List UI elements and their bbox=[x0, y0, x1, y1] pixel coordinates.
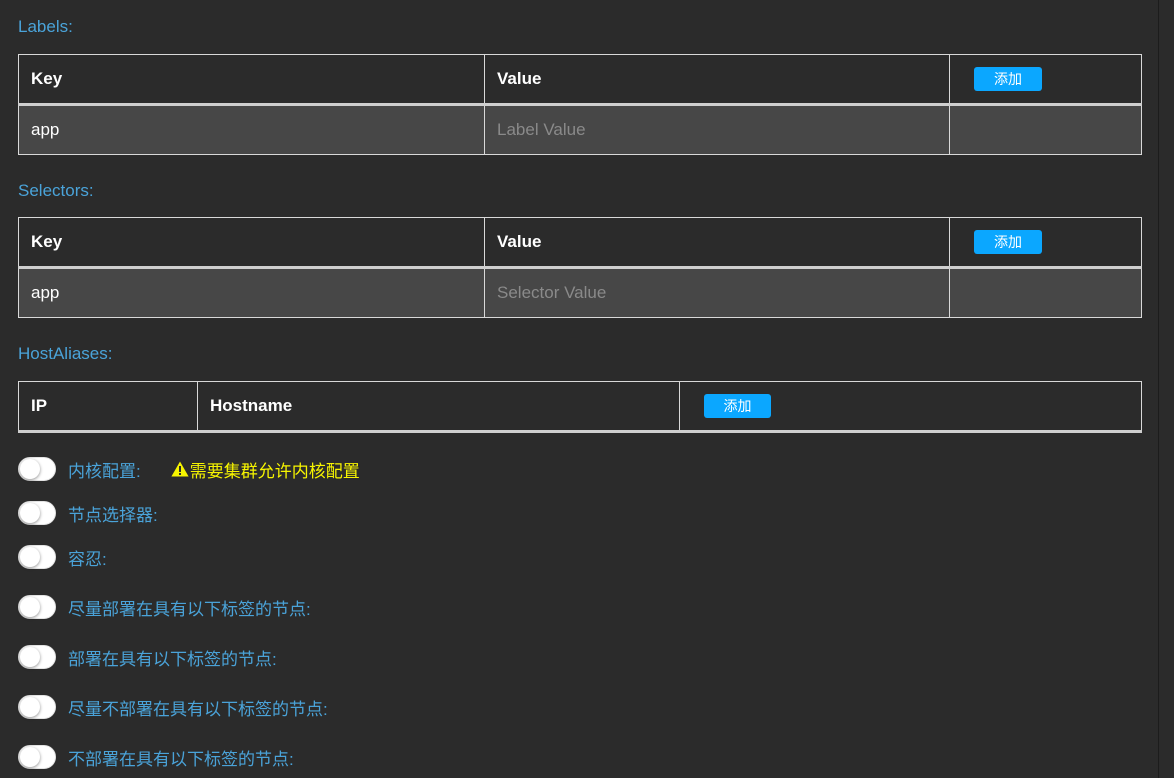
toggle-knob bbox=[20, 547, 40, 567]
preferred-anti-affinity-toggle[interactable] bbox=[18, 695, 56, 719]
key-column-header: Key bbox=[18, 54, 485, 106]
page: Labels: Key Value 添加 app Label Value Sel bbox=[0, 0, 1174, 778]
required-anti-affinity-row: 不部署在具有以下标签的节点: bbox=[18, 745, 294, 769]
label-key-input[interactable]: app bbox=[18, 104, 485, 155]
selectors-title: Selectors: bbox=[18, 181, 94, 200]
right-edge-border bbox=[1158, 0, 1174, 778]
required-anti-affinity-label: 不部署在具有以下标签的节点: bbox=[68, 749, 294, 769]
key-column-header: Key bbox=[18, 217, 485, 269]
tolerations-row: 容忍: bbox=[18, 545, 107, 569]
node-selector-label: 节点选择器: bbox=[68, 505, 158, 525]
toggle-knob bbox=[20, 503, 40, 523]
actions-column-header: 添加 bbox=[949, 217, 1142, 269]
labels-title: Labels: bbox=[18, 17, 73, 36]
toggle-knob bbox=[20, 597, 40, 617]
row-actions-cell bbox=[949, 267, 1142, 318]
preferred-affinity-row: 尽量部署在具有以下标签的节点: bbox=[18, 595, 311, 619]
tolerations-label: 容忍: bbox=[68, 549, 107, 569]
host-aliases-title: HostAliases: bbox=[18, 344, 113, 363]
warning-text: 需要集群允许内核配置 bbox=[189, 461, 360, 481]
hostname-column-header: Hostname bbox=[197, 381, 680, 433]
toggle-knob bbox=[20, 459, 40, 479]
warning-icon bbox=[171, 461, 189, 477]
preferred-affinity-label: 尽量部署在具有以下标签的节点: bbox=[68, 599, 311, 619]
required-affinity-row: 部署在具有以下标签的节点: bbox=[18, 645, 277, 669]
row-actions-cell bbox=[949, 104, 1142, 155]
kernel-config-warning: 需要集群允许内核配置 bbox=[171, 457, 360, 482]
table-header-row: IP Hostname 添加 bbox=[18, 381, 1142, 433]
labels-table: Key Value 添加 app Label Value bbox=[18, 54, 1142, 155]
actions-column-header: 添加 bbox=[679, 381, 1142, 433]
kernel-config-row: 内核配置: 需要集群允许内核配置 bbox=[18, 457, 360, 481]
labels-add-button[interactable]: 添加 bbox=[974, 67, 1042, 91]
tolerations-toggle[interactable] bbox=[18, 545, 56, 569]
toggle-knob bbox=[20, 647, 40, 667]
table-header-row: Key Value 添加 bbox=[18, 217, 1142, 269]
toggle-knob bbox=[20, 697, 40, 717]
toggle-knob bbox=[20, 747, 40, 767]
required-affinity-toggle[interactable] bbox=[18, 645, 56, 669]
kernel-config-label: 内核配置: bbox=[68, 461, 141, 481]
table-row: app Label Value bbox=[18, 104, 1142, 155]
actions-column-header: 添加 bbox=[949, 54, 1142, 106]
selector-value-input[interactable]: Selector Value bbox=[484, 267, 950, 318]
required-anti-affinity-toggle[interactable] bbox=[18, 745, 56, 769]
ip-column-header: IP bbox=[18, 381, 198, 433]
preferred-anti-affinity-label: 尽量不部署在具有以下标签的节点: bbox=[68, 699, 328, 719]
preferred-anti-affinity-row: 尽量不部署在具有以下标签的节点: bbox=[18, 695, 328, 719]
node-selector-toggle[interactable] bbox=[18, 501, 56, 525]
value-column-header: Value bbox=[484, 54, 950, 106]
host-aliases-table: IP Hostname 添加 bbox=[18, 381, 1142, 433]
selector-key-input[interactable]: app bbox=[18, 267, 485, 318]
host-aliases-add-button[interactable]: 添加 bbox=[704, 394, 771, 418]
value-column-header: Value bbox=[484, 217, 950, 269]
table-header-row: Key Value 添加 bbox=[18, 54, 1142, 106]
kernel-config-toggle[interactable] bbox=[18, 457, 56, 481]
node-selector-row: 节点选择器: bbox=[18, 501, 158, 525]
selectors-add-button[interactable]: 添加 bbox=[974, 230, 1042, 254]
selectors-table: Key Value 添加 app Selector Value bbox=[18, 217, 1142, 318]
label-value-input[interactable]: Label Value bbox=[484, 104, 950, 155]
table-row: app Selector Value bbox=[18, 267, 1142, 318]
preferred-affinity-toggle[interactable] bbox=[18, 595, 56, 619]
required-affinity-label: 部署在具有以下标签的节点: bbox=[68, 649, 277, 669]
